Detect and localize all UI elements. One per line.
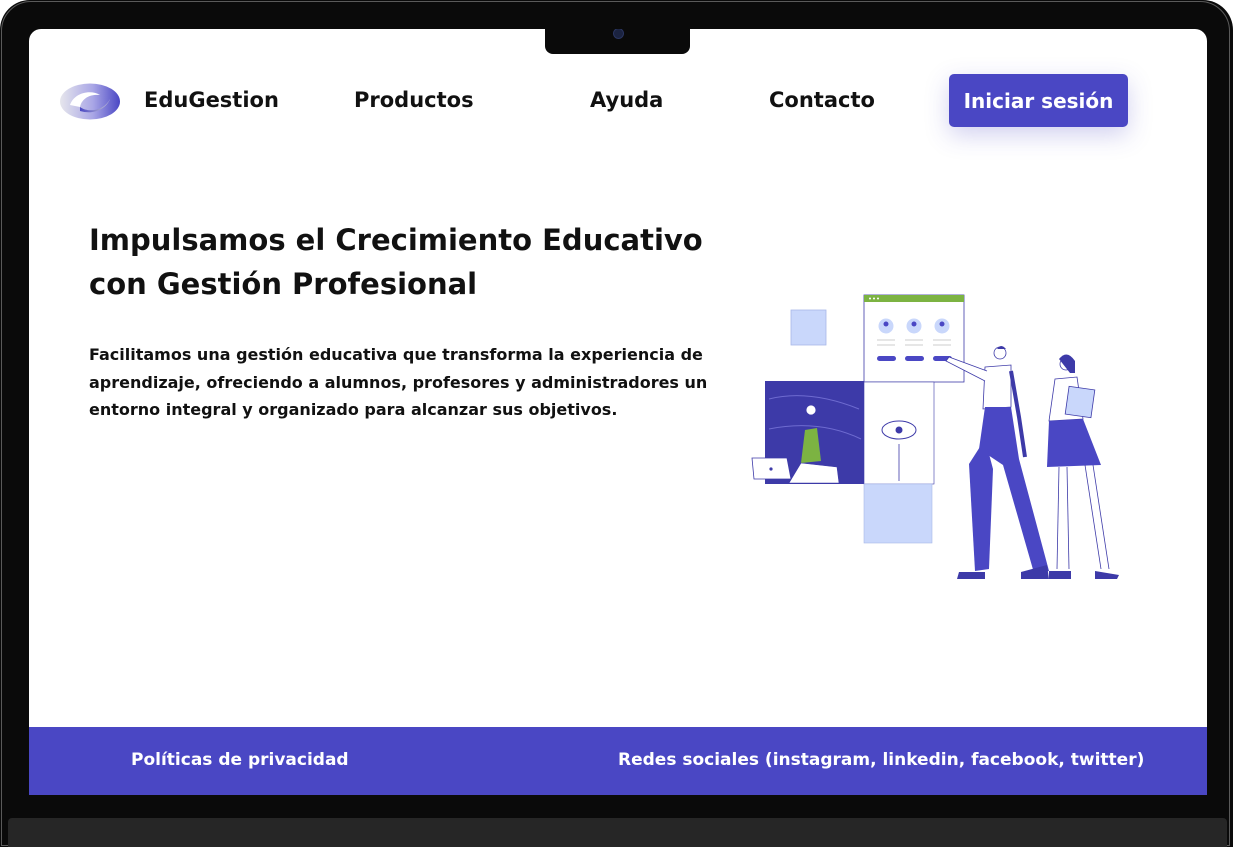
hero-illustration [751, 294, 1119, 579]
nav-item-productos[interactable]: Productos [354, 88, 474, 112]
hero-title: Impulsamos el Crecimiento Educativo con … [89, 223, 703, 301]
privacy-policy-link[interactable]: Políticas de privacidad [131, 750, 349, 770]
hero-description: Facilitamos una gestión educativa que tr… [89, 345, 708, 419]
swirl-logo-icon[interactable] [60, 83, 120, 120]
site-footer: Políticas de privacidad Redes sociales (… [29, 727, 1207, 795]
brand-name[interactable]: EduGestion [144, 88, 279, 112]
camera-icon [613, 29, 624, 39]
login-button[interactable]: Iniciar sesión [949, 74, 1128, 127]
nav-item-contacto[interactable]: Contacto [769, 88, 875, 112]
nav-item-ayuda[interactable]: Ayuda [590, 88, 663, 112]
social-links[interactable]: Redes sociales (instagram, linkedin, fac… [618, 750, 1144, 770]
browser-viewport: EduGestion Productos Ayuda Contacto Inic… [29, 29, 1207, 795]
camera-notch [545, 29, 690, 54]
laptop-frame: EduGestion Productos Ayuda Contacto Inic… [0, 0, 1233, 847]
laptop-base [8, 818, 1227, 847]
